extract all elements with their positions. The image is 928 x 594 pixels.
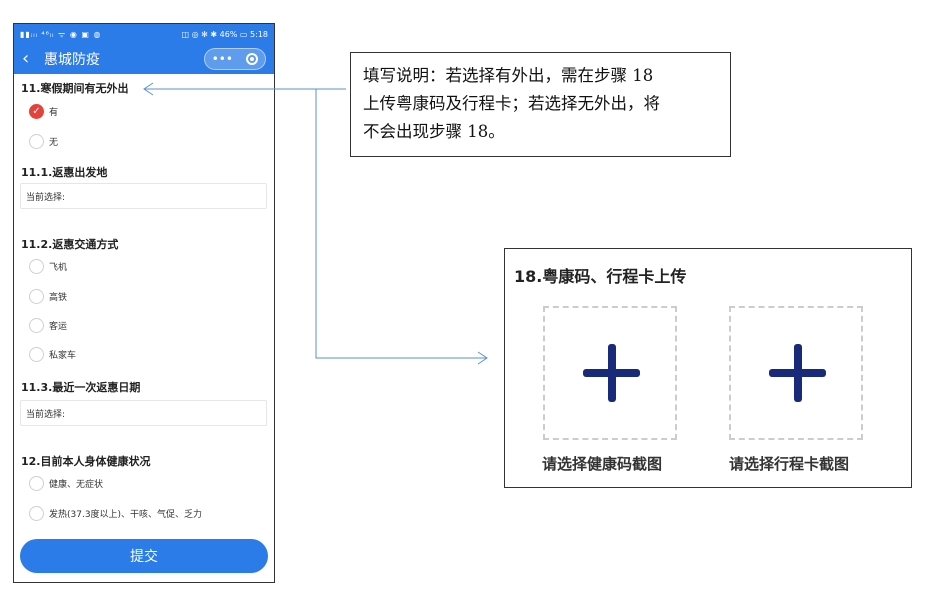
- note-line-2: 上传粤康码及行程卡；若选择无外出，将: [363, 94, 660, 113]
- note-line-3: 不会出现步骤 18。: [363, 122, 505, 141]
- plus-icon-vertical: [794, 344, 802, 402]
- itinerary-upload-box[interactable]: [729, 306, 863, 440]
- instruction-note: 填写说明：若选择有外出，需在步骤 18 上传粤康码及行程卡；若选择无外出，将 不…: [350, 52, 731, 157]
- plus-icon-vertical: [608, 344, 616, 402]
- upload-panel-title: 18.粤康码、行程卡上传: [514, 267, 687, 286]
- itinerary-upload-label: 请选择行程卡截图: [729, 455, 850, 473]
- note-line-1: 填写说明：若选择有外出，需在步骤 18: [363, 66, 654, 85]
- upload-panel: 18.粤康码、行程卡上传 请选择健康码截图 请选择行程卡截图: [504, 248, 912, 488]
- health-code-upload-box[interactable]: [543, 306, 677, 440]
- health-code-upload-label: 请选择健康码截图: [542, 455, 663, 473]
